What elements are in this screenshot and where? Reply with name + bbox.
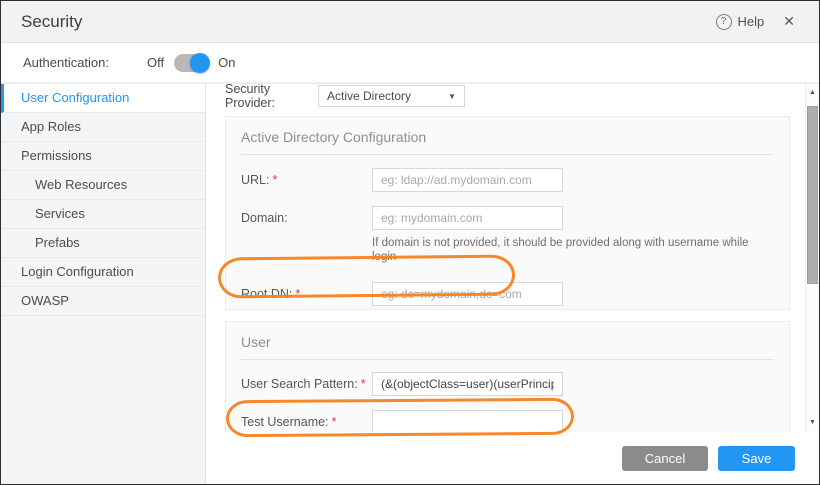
sidebar-item-permissions[interactable]: Permissions [1, 142, 205, 171]
toggle-on-label: On [218, 55, 236, 70]
security-provider-row: Security Provider: Active Directory ▼ [225, 83, 790, 110]
user-search-pattern-input[interactable] [372, 372, 563, 396]
user-search-pattern-label: User Search Pattern: * [241, 377, 366, 391]
url-input[interactable] [372, 168, 563, 192]
security-dialog: Security ? Help ✕ Authentication: Off On… [0, 0, 820, 485]
chevron-down-icon: ▼ [448, 91, 456, 101]
scroll-up-icon[interactable]: ▲ [806, 86, 819, 100]
authentication-row: Authentication: Off On [1, 43, 819, 83]
domain-label: Domain: [241, 211, 288, 225]
scrollbar-thumb[interactable] [807, 106, 818, 284]
active-directory-panel: Active Directory Configuration URL:* Dom… [225, 116, 790, 310]
required-marker: * [331, 415, 337, 429]
cancel-button[interactable]: Cancel [622, 445, 708, 471]
authentication-toggle[interactable] [174, 52, 211, 73]
domain-help-text: If domain is not provided, it should be … [372, 237, 749, 263]
sidebar-item-login-configuration[interactable]: Login Configuration [1, 258, 205, 287]
toggle-off-label: Off [147, 55, 165, 70]
scroll-down-icon[interactable]: ▼ [806, 416, 819, 430]
required-marker: * [295, 287, 301, 301]
help-label: Help [737, 14, 765, 29]
user-panel-heading: User [241, 334, 774, 360]
url-row: URL: * [241, 168, 774, 192]
url-label: URL: * [241, 173, 278, 187]
content-column: Security Provider: Active Directory ▼ Ac… [206, 83, 819, 484]
user-search-pattern-row: User Search Pattern: * [241, 372, 774, 396]
required-marker: * [360, 377, 366, 391]
test-username-input[interactable] [372, 410, 563, 432]
test-username-row: Test Username: * [241, 410, 774, 432]
root-dn-input[interactable] [372, 282, 563, 306]
titlebar-actions: ? Help ✕ [715, 11, 799, 32]
active-directory-panel-heading: Active Directory Configuration [241, 129, 774, 155]
required-marker: * [272, 173, 278, 187]
sidebar: User Configuration App Roles Permissions… [1, 83, 206, 484]
sidebar-item-prefabs[interactable]: Prefabs [1, 229, 205, 258]
sidebar-item-app-roles[interactable]: App Roles [1, 113, 205, 142]
root-dn-row: Root DN: * [241, 282, 774, 306]
user-panel: User User Search Pattern:* Test Username… [225, 321, 790, 432]
sidebar-item-services[interactable]: Services [1, 200, 205, 229]
save-button[interactable]: Save [718, 445, 795, 471]
question-circle-icon: ? [715, 13, 732, 30]
page-title: Security [21, 11, 83, 31]
main-area: User Configuration App Roles Permissions… [1, 83, 819, 484]
domain-row: Domain: [241, 206, 774, 230]
sidebar-item-owasp[interactable]: OWASP [1, 287, 205, 316]
sidebar-item-web-resources[interactable]: Web Resources [1, 171, 205, 200]
close-icon[interactable]: ✕ [779, 11, 799, 32]
authentication-label: Authentication: [23, 55, 110, 70]
vertical-scrollbar: ▲ ▼ [805, 84, 819, 432]
title-bar: Security ? Help ✕ [1, 1, 819, 43]
domain-input[interactable] [372, 206, 563, 230]
root-dn-label: Root DN: * [241, 287, 301, 301]
security-provider-value: Active Directory [327, 89, 412, 103]
security-provider-select[interactable]: Active Directory ▼ [318, 85, 465, 107]
content-pane: Security Provider: Active Directory ▼ Ac… [206, 83, 819, 432]
help-button[interactable]: ? Help [715, 13, 765, 30]
footer-bar: Cancel Save [206, 432, 819, 484]
security-provider-label: Security Provider: [225, 83, 276, 110]
test-username-label: Test Username: * [241, 415, 337, 429]
sidebar-item-user-configuration[interactable]: User Configuration [1, 84, 205, 113]
toggle-knob [190, 52, 211, 73]
